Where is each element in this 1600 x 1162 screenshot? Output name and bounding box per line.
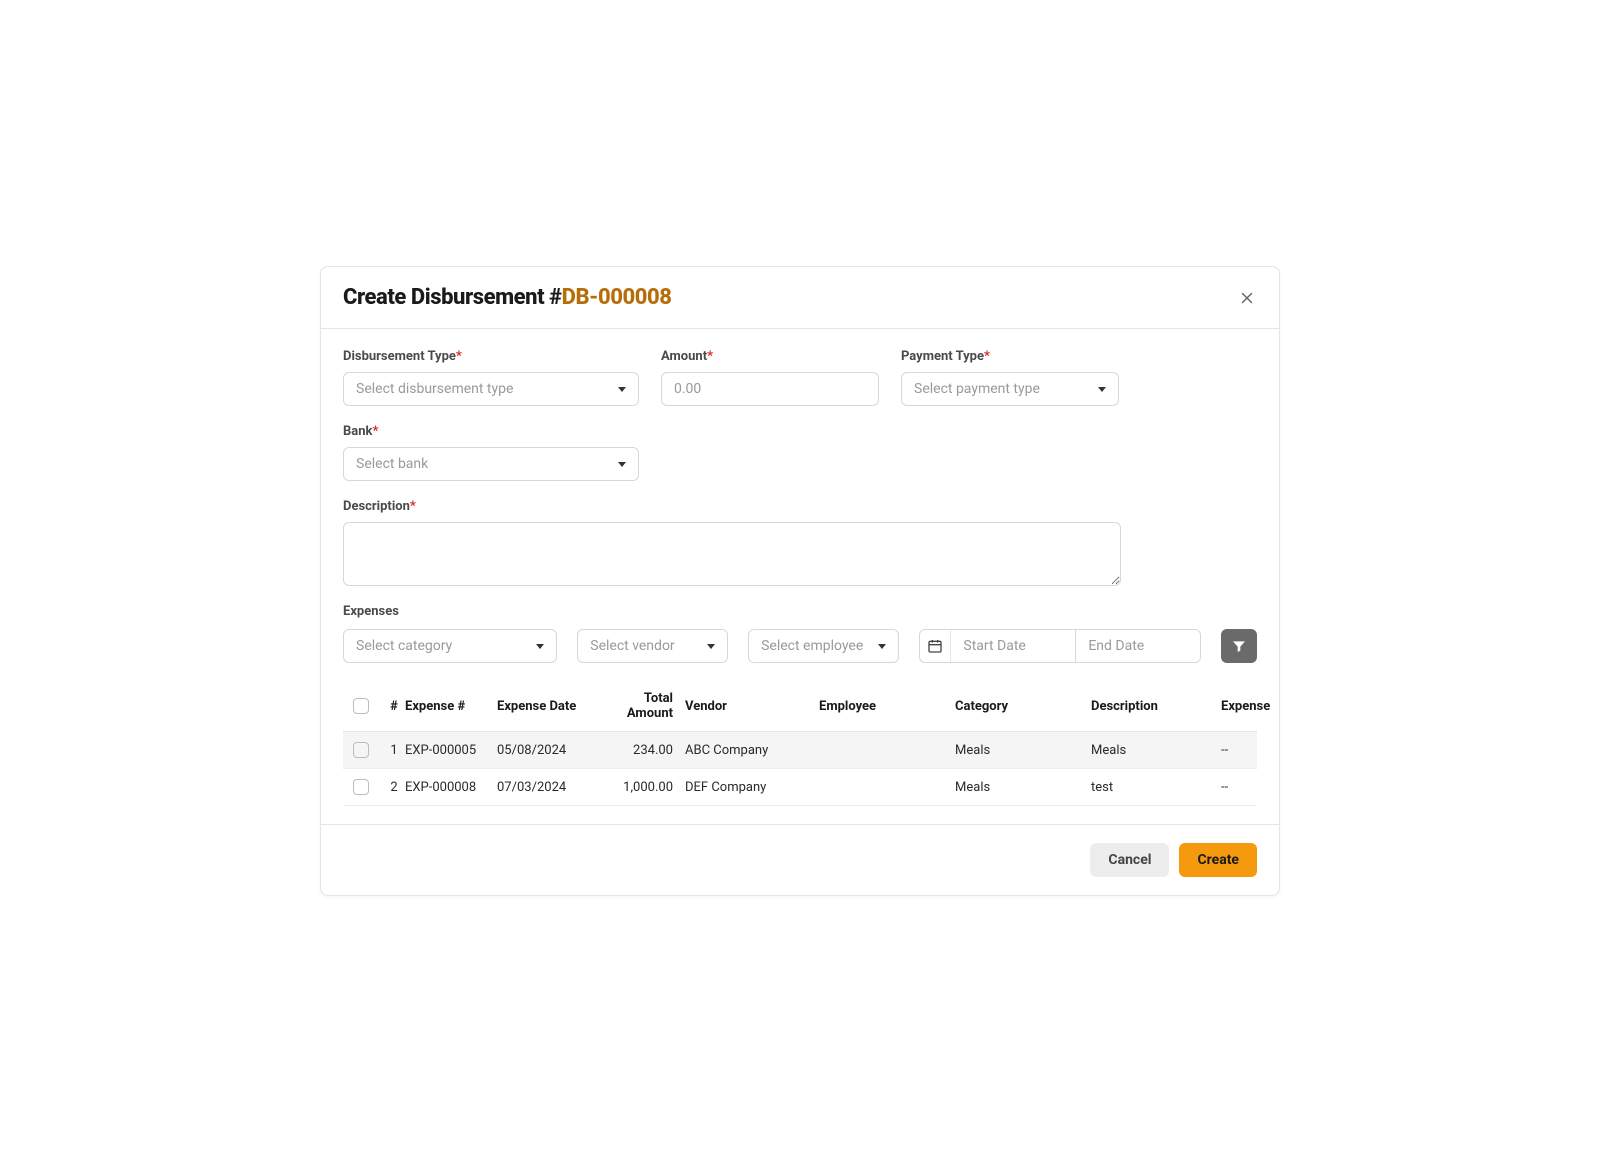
caret-down-icon (1098, 387, 1106, 392)
col-employee: Employee (819, 699, 955, 714)
payment-type-group: Payment Type* Select payment type (901, 349, 1119, 406)
cell-description: Meals (1091, 743, 1221, 758)
description-textarea[interactable] (343, 522, 1121, 586)
bank-select[interactable]: Select bank (343, 447, 639, 481)
cell-num: 2 (383, 780, 405, 795)
amount-group: Amount* (661, 349, 879, 406)
cell-expense-num: EXP-000005 (405, 743, 497, 758)
disbursement-type-placeholder: Select disbursement type (356, 381, 513, 397)
col-total-amount: Total Amount (597, 691, 685, 721)
modal-title: Create Disbursement #DB-000008 (343, 285, 671, 310)
description-group: Description* (343, 499, 1121, 586)
filter-icon (1231, 638, 1247, 654)
vendor-filter-placeholder: Select vendor (590, 638, 674, 654)
table-row: 1 EXP-000005 05/08/2024 234.00 ABC Compa… (343, 732, 1257, 769)
col-description: Description (1091, 699, 1221, 714)
calendar-icon (920, 630, 951, 662)
col-vendor: Vendor (685, 699, 819, 714)
vendor-filter-select[interactable]: Select vendor (577, 629, 728, 663)
cell-vendor: ABC Company (685, 743, 819, 758)
col-expense: Expense (1221, 699, 1277, 714)
cell-expense: -- (1221, 780, 1277, 795)
modal-header: Create Disbursement #DB-000008 (321, 267, 1279, 329)
disbursement-type-group: Disbursement Type* Select disbursement t… (343, 349, 639, 406)
payment-type-label: Payment Type* (901, 349, 1119, 364)
close-icon[interactable] (1237, 288, 1257, 308)
caret-down-icon (618, 462, 626, 467)
caret-down-icon (878, 644, 886, 649)
bank-placeholder: Select bank (356, 456, 428, 472)
caret-down-icon (618, 387, 626, 392)
bank-group: Bank* Select bank (343, 424, 639, 481)
create-button[interactable]: Create (1179, 843, 1257, 877)
amount-label: Amount* (661, 349, 879, 364)
col-expense-date: Expense Date (497, 699, 597, 714)
payment-type-placeholder: Select payment type (914, 381, 1040, 397)
description-label: Description* (343, 499, 1121, 514)
modal-footer: Cancel Create (321, 824, 1279, 895)
category-filter-select[interactable]: Select category (343, 629, 557, 663)
payment-type-select[interactable]: Select payment type (901, 372, 1119, 406)
row-checkbox[interactable] (353, 742, 369, 758)
cell-vendor: DEF Company (685, 780, 819, 795)
title-prefix: Create Disbursement # (343, 285, 562, 310)
cancel-button[interactable]: Cancel (1090, 843, 1169, 877)
expenses-table: # Expense # Expense Date Total Amount Ve… (343, 681, 1257, 806)
col-expense-num: Expense # (405, 699, 497, 714)
employee-filter-placeholder: Select employee (761, 638, 863, 654)
expenses-section-label: Expenses (343, 604, 1257, 619)
col-num: # (383, 699, 405, 714)
caret-down-icon (536, 644, 544, 649)
table-row: 2 EXP-000008 07/03/2024 1,000.00 DEF Com… (343, 769, 1257, 806)
disbursement-type-select[interactable]: Select disbursement type (343, 372, 639, 406)
cell-category: Meals (955, 780, 1091, 795)
filter-button[interactable] (1221, 629, 1257, 663)
cell-category: Meals (955, 743, 1091, 758)
employee-filter-select[interactable]: Select employee (748, 629, 899, 663)
cell-expense-num: EXP-000008 (405, 780, 497, 795)
date-range-picker[interactable] (919, 629, 1201, 663)
cell-description: test (1091, 780, 1221, 795)
expenses-filter-row: Select category Select vendor Select emp… (343, 629, 1257, 663)
end-date-input[interactable] (1076, 630, 1200, 662)
select-all-checkbox[interactable] (353, 698, 369, 714)
disbursement-number: DB-000008 (562, 285, 672, 310)
cell-total-amount: 1,000.00 (597, 780, 685, 795)
amount-input[interactable] (661, 372, 879, 406)
caret-down-icon (707, 644, 715, 649)
modal-body: Disbursement Type* Select disbursement t… (321, 329, 1279, 816)
table-header: # Expense # Expense Date Total Amount Ve… (343, 681, 1257, 732)
cell-expense-date: 05/08/2024 (497, 743, 597, 758)
cell-total-amount: 234.00 (597, 743, 685, 758)
start-date-input[interactable] (951, 630, 1075, 662)
cell-expense-date: 07/03/2024 (497, 780, 597, 795)
cell-expense: -- (1221, 743, 1277, 758)
bank-label: Bank* (343, 424, 639, 439)
create-disbursement-modal: Create Disbursement #DB-000008 Disbursem… (320, 266, 1280, 896)
col-category: Category (955, 699, 1091, 714)
disbursement-type-label: Disbursement Type* (343, 349, 639, 364)
cell-num: 1 (383, 743, 405, 758)
category-filter-placeholder: Select category (356, 638, 452, 654)
row-checkbox[interactable] (353, 779, 369, 795)
